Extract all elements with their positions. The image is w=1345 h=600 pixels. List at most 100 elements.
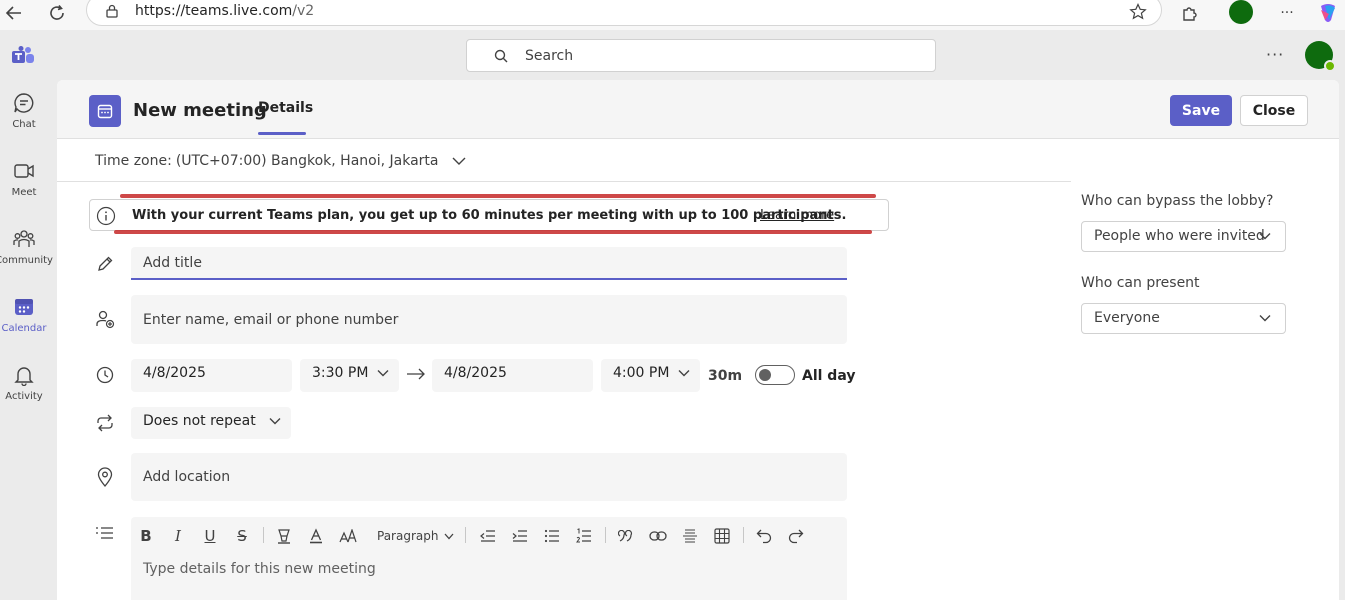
address-bar[interactable]: https://teams.live.com/v2: [86, 0, 1162, 26]
copilot-icon[interactable]: [1316, 2, 1340, 24]
location-pin-icon: [95, 467, 115, 487]
font-size-icon[interactable]: [337, 525, 359, 547]
toolbar-separator: [743, 527, 744, 543]
rail-item-chat[interactable]: Chat: [0, 92, 48, 152]
quote-icon[interactable]: [615, 525, 637, 547]
back-arrow-icon[interactable]: [2, 2, 26, 24]
end-date-value: 4/8/2025: [444, 365, 507, 381]
details-editor[interactable]: B I U S Paragraph Type details for this …: [131, 517, 847, 600]
details-placeholder[interactable]: Type details for this new meeting: [143, 561, 376, 577]
toolbar-separator: [263, 527, 264, 543]
lock-icon: [105, 4, 119, 18]
undo-icon[interactable]: [753, 525, 775, 547]
numbered-list-icon[interactable]: [573, 525, 595, 547]
font-color-icon[interactable]: [305, 525, 327, 547]
info-icon: [96, 206, 116, 226]
banner-message: With your current Teams plan, you get up…: [132, 208, 847, 223]
rail-item-calendar[interactable]: Calendar: [0, 296, 48, 356]
clock-icon: [95, 365, 115, 385]
title-input[interactable]: [131, 247, 847, 278]
decrease-indent-icon[interactable]: [477, 525, 499, 547]
user-avatar[interactable]: [1305, 41, 1336, 72]
attendees-field[interactable]: [131, 295, 847, 344]
chevron-down-icon: [1259, 232, 1271, 240]
url-host: https://teams.live.com: [135, 3, 293, 19]
bell-icon: [13, 364, 35, 386]
page-title: New meeting: [133, 100, 267, 121]
teams-logo-icon: [12, 46, 34, 66]
refresh-icon[interactable]: [45, 2, 69, 24]
highlighter-icon[interactable]: [273, 525, 295, 547]
rail-label-meet: Meet: [11, 187, 37, 198]
close-button[interactable]: Close: [1240, 95, 1308, 126]
end-time-select[interactable]: 4:00 PM: [601, 359, 700, 392]
who-can-present-value: Everyone: [1094, 310, 1160, 326]
toggle-knob: [759, 369, 771, 381]
chevron-down-icon: [444, 533, 454, 540]
underline-icon[interactable]: U: [199, 525, 221, 547]
link-icon[interactable]: [647, 525, 669, 547]
rail-label-activity: Activity: [5, 391, 43, 402]
bulleted-list-icon[interactable]: [541, 525, 563, 547]
who-can-present-select[interactable]: Everyone: [1081, 303, 1286, 334]
calendar-badge-icon: [89, 95, 121, 127]
favorite-star-icon[interactable]: [1129, 3, 1147, 21]
browser-more-icon[interactable]: ···: [1275, 2, 1299, 24]
repeat-select[interactable]: Does not repeat: [131, 407, 291, 439]
attendees-input[interactable]: [131, 295, 847, 344]
all-day-label: All day: [802, 368, 856, 384]
app-rail: Chat Meet Community Calendar Activity: [0, 30, 53, 600]
bypass-lobby-select[interactable]: People who were invited: [1081, 221, 1286, 252]
redo-icon[interactable]: [785, 525, 807, 547]
chat-icon: [13, 92, 35, 114]
plan-limit-banner: With your current Teams plan, you get up…: [89, 199, 889, 231]
save-button[interactable]: Save: [1170, 95, 1232, 126]
increase-indent-icon[interactable]: [509, 525, 531, 547]
learn-more-link[interactable]: Learn more: [760, 208, 834, 223]
rail-item-meet[interactable]: Meet: [0, 160, 48, 220]
end-time-value: 4:00 PM: [613, 365, 670, 381]
chevron-down-icon: [452, 156, 466, 166]
toolbar-separator: [605, 527, 606, 543]
paragraph-style-label: Paragraph: [377, 529, 439, 543]
meeting-header: New meeting Details Save Close: [57, 80, 1339, 139]
rail-item-activity[interactable]: Activity: [0, 364, 48, 424]
rail-item-community[interactable]: Community: [0, 228, 53, 288]
presence-available-icon: [1324, 60, 1336, 72]
location-input[interactable]: [131, 453, 847, 501]
people-community-icon: [13, 228, 35, 250]
timezone-selector[interactable]: Time zone: (UTC+07:00) Bangkok, Hanoi, J…: [95, 153, 466, 169]
duration-label: 30m: [708, 368, 743, 384]
pencil-edit-icon: [95, 254, 115, 274]
paragraph-style-select[interactable]: Paragraph: [377, 525, 454, 547]
toolbar-separator: [465, 527, 466, 543]
browser-profile-avatar[interactable]: [1229, 0, 1253, 24]
end-date-picker[interactable]: 4/8/2025: [432, 359, 593, 392]
all-day-toggle[interactable]: [755, 365, 795, 385]
strikethrough-icon[interactable]: S: [231, 525, 253, 547]
rail-label-chat: Chat: [12, 119, 36, 130]
rail-label-calendar: Calendar: [1, 323, 47, 334]
add-person-icon: [95, 309, 115, 329]
timezone-value: (UTC+07:00) Bangkok, Hanoi, Jakarta: [175, 153, 439, 169]
location-field[interactable]: [131, 453, 847, 501]
meeting-title-field[interactable]: [131, 247, 847, 280]
start-time-select[interactable]: 3:30 PM: [300, 359, 399, 392]
bold-icon[interactable]: B: [135, 525, 157, 547]
start-time-value: 3:30 PM: [312, 365, 369, 381]
horizontal-rule-icon[interactable]: [679, 525, 701, 547]
extensions-puzzle-icon[interactable]: [1178, 2, 1202, 24]
chevron-down-icon: [1259, 314, 1271, 322]
who-can-present-label: Who can present: [1081, 275, 1200, 291]
chevron-down-icon: [377, 369, 389, 377]
divider: [57, 181, 1071, 182]
search-input[interactable]: [525, 46, 905, 66]
teams-header: ···: [0, 30, 1345, 80]
repeat-value: Does not repeat: [143, 413, 256, 429]
table-icon[interactable]: [711, 525, 733, 547]
start-date-picker[interactable]: 4/8/2025: [131, 359, 292, 392]
video-camera-icon: [13, 160, 35, 182]
settings-more-icon[interactable]: ···: [1266, 45, 1284, 64]
italic-icon[interactable]: I: [167, 525, 189, 547]
search-box[interactable]: [466, 39, 936, 72]
